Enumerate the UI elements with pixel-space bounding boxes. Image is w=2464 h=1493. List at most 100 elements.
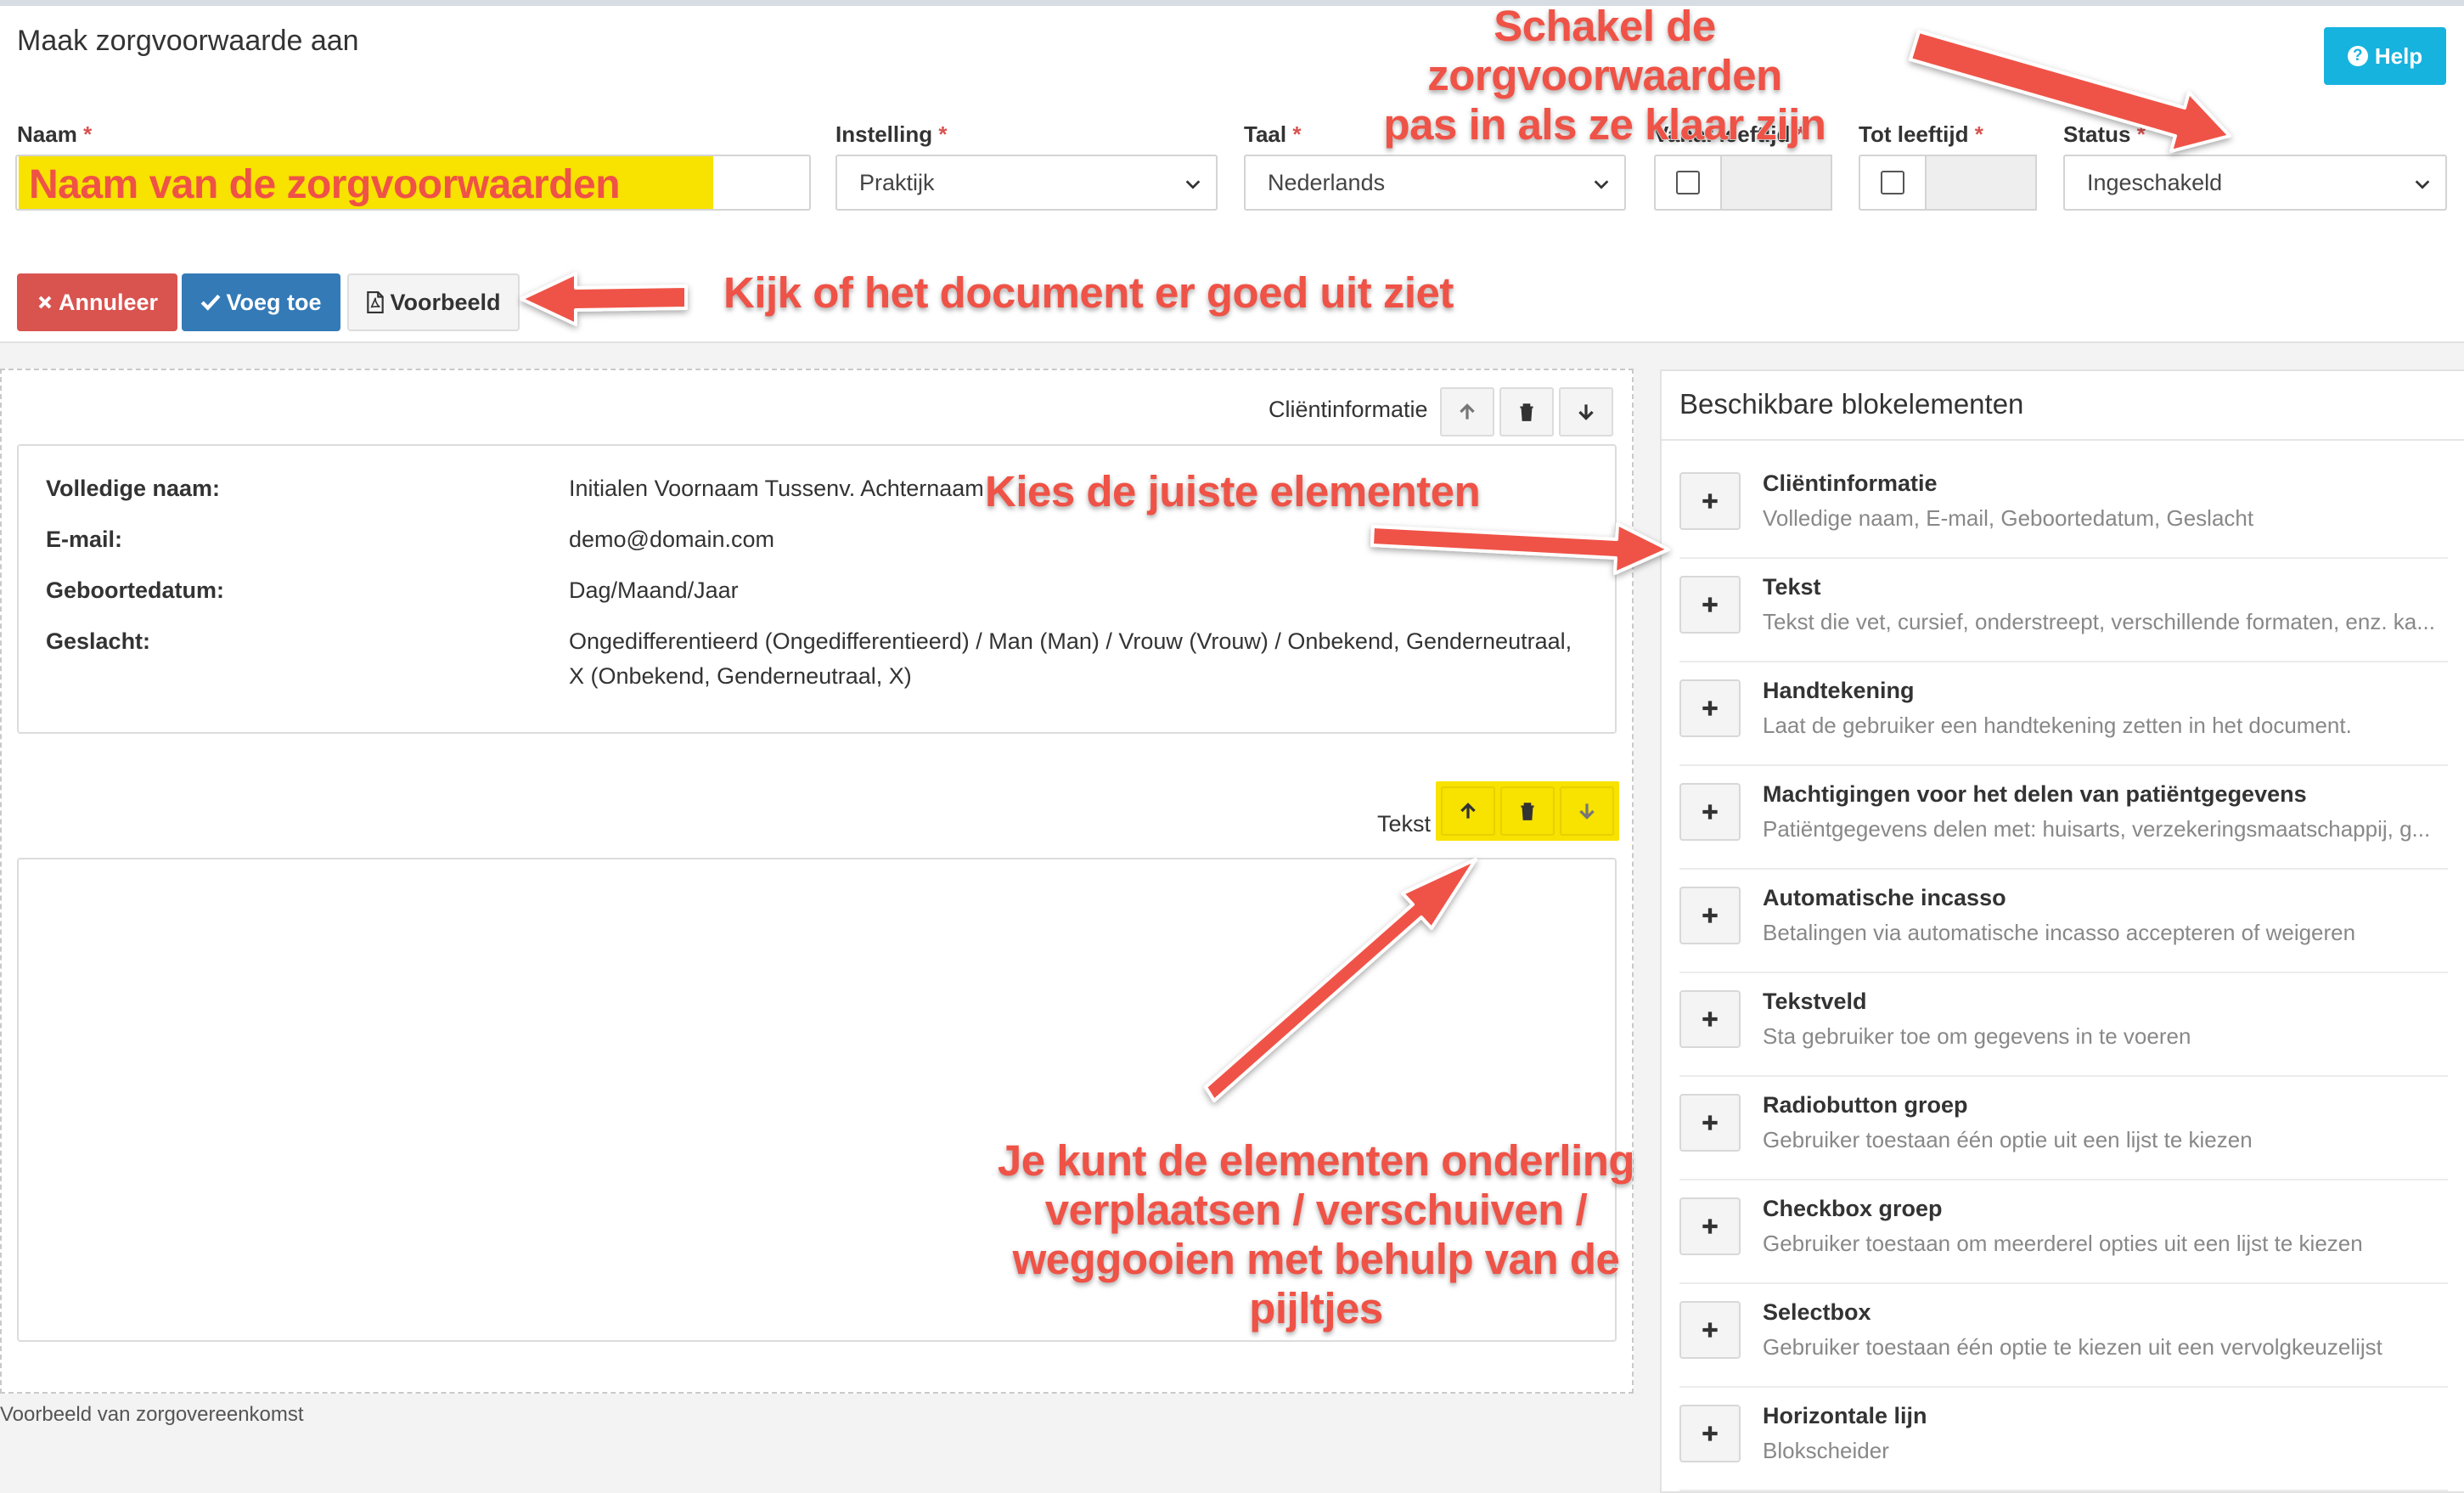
- naam-input[interactable]: Naam van de zorgvoorwaarden: [15, 155, 811, 211]
- block-title: Handtekening: [1763, 678, 1915, 703]
- field-label: Geboortedatum:: [46, 577, 225, 603]
- tot-leeftijd-input[interactable]: [1927, 155, 2037, 211]
- block-title: Checkbox groep: [1763, 1196, 1943, 1221]
- checkbox-icon: [1881, 171, 1904, 194]
- text-block-label: Tekst: [1377, 811, 1432, 837]
- block-element-item: Automatische incasso Betalingen via autom…: [1679, 868, 2448, 973]
- plus-icon: [1702, 804, 1718, 820]
- footer-note: Voorbeeld van zorgovereenkomst: [0, 1403, 304, 1426]
- plus-icon: [1702, 1011, 1718, 1027]
- block-element-item: Checkbox groep Gebruiker toestaan om meer…: [1679, 1179, 2448, 1284]
- plus-icon: [1702, 908, 1718, 923]
- add-button[interactable]: Voeg toe: [182, 273, 340, 331]
- chevron-down-icon: [1185, 180, 1201, 189]
- checkbox-icon: [1676, 171, 1700, 194]
- add-label: Voeg toe: [226, 289, 322, 315]
- block-elements-panel: Beschikbare blokelementen Cliëntinformat…: [1660, 369, 2464, 1493]
- status-value: Ingeschakeld: [2087, 169, 2223, 195]
- field-value: demo@domain.com: [569, 527, 775, 552]
- divider: [1662, 439, 2464, 441]
- block-description: Laat de gebruiker een handtekening zette…: [1763, 713, 2352, 738]
- block-description: Tekst die vet, cursief, onderstreept, ve…: [1763, 609, 2435, 634]
- move-up-button[interactable]: [1441, 786, 1495, 836]
- help-button[interactable]: ? Help: [2324, 27, 2446, 85]
- block-description: Gebruiker toestaan één optie uit een lij…: [1763, 1127, 2253, 1152]
- move-down-button[interactable]: [1560, 786, 1614, 836]
- plus-icon: [1702, 597, 1718, 612]
- taal-value: Nederlands: [1268, 169, 1386, 195]
- arrow-down-icon: [1578, 404, 1594, 420]
- field-label: Geslacht:: [46, 628, 151, 654]
- field-value: Ongedifferentieerd (Ongedifferentieerd) …: [569, 628, 1572, 689]
- client-block-label: Cliëntinformatie: [1269, 397, 1428, 422]
- chevron-down-icon: [1594, 180, 1609, 189]
- block-description: Patiëntgegevens delen met: huisarts, ver…: [1763, 816, 2431, 842]
- check-icon: [201, 294, 221, 311]
- top-border: [0, 0, 2464, 6]
- add-block-button[interactable]: [1679, 990, 1741, 1048]
- cancel-button[interactable]: Annuleer: [17, 273, 177, 331]
- add-block-button[interactable]: [1679, 783, 1741, 841]
- preview-button[interactable]: Voorbeeld: [347, 273, 520, 331]
- naam-value: Naam van de zorgvoorwaarden: [29, 162, 621, 207]
- trash-icon: [1521, 803, 1534, 820]
- trash-icon: [1520, 403, 1533, 421]
- block-element-item: Tekst Tekst die vet, cursief, onderstreep…: [1679, 557, 2448, 662]
- add-block-button[interactable]: [1679, 887, 1741, 944]
- field-label: Volledige naam:: [46, 476, 221, 501]
- arrow-down-icon: [1579, 803, 1595, 820]
- block-element-item: Selectbox Gebruiker toestaan één optie te…: [1679, 1282, 2448, 1388]
- instelling-label: Instelling *: [835, 121, 948, 147]
- block-element-item: Cliëntinformatie Volledige naam, E-mail, …: [1679, 454, 2448, 559]
- block-element-item: Horizontale lijn Blokscheider: [1679, 1386, 2448, 1491]
- block-title: Cliëntinformatie: [1763, 470, 1938, 496]
- client-block-controls: [1440, 387, 1613, 437]
- block-element-item: Machtigingen voor het delen van patiëntg…: [1679, 764, 2448, 870]
- block-description: Gebruiker toestaan om meerderel opties u…: [1763, 1231, 2363, 1256]
- plus-icon: [1702, 1115, 1718, 1130]
- help-label: Help: [2374, 42, 2423, 69]
- move-down-button[interactable]: [1559, 387, 1613, 437]
- delete-button[interactable]: [1500, 786, 1555, 836]
- add-block-button[interactable]: [1679, 472, 1741, 530]
- text-block-controls: [1436, 781, 1619, 841]
- taal-select[interactable]: Nederlands: [1244, 155, 1626, 211]
- block-description: Sta gebruiker toe om gegevens in te voer…: [1763, 1023, 2191, 1049]
- preview-label: Voorbeeld: [390, 289, 501, 315]
- block-element-item: Tekstveld Sta gebruiker toe om gegevens i…: [1679, 972, 2448, 1077]
- annotation-elements: Kies de juiste elementen: [984, 466, 1482, 516]
- question-icon: ?: [2347, 46, 2368, 66]
- taal-label: Taal *: [1244, 121, 1302, 147]
- plus-icon: [1702, 701, 1718, 716]
- page-title: Maak zorgvoorwaarde aan: [17, 25, 359, 57]
- panel-title: Beschikbare blokelementen: [1679, 388, 2024, 420]
- add-block-button[interactable]: [1679, 1094, 1741, 1152]
- move-up-button[interactable]: [1440, 387, 1494, 437]
- delete-button[interactable]: [1499, 387, 1554, 437]
- vanaf-leeftijd-checkbox[interactable]: [1654, 155, 1722, 211]
- cancel-label: Annuleer: [58, 289, 159, 315]
- tot-leeftijd-checkbox[interactable]: [1859, 155, 1927, 211]
- add-block-button[interactable]: [1679, 1197, 1741, 1255]
- field-value: Dag/Maand/Jaar: [569, 577, 739, 603]
- instelling-select[interactable]: Praktijk: [835, 155, 1218, 211]
- arrow-up-icon: [1460, 803, 1476, 819]
- add-block-button[interactable]: [1679, 679, 1741, 737]
- block-element-item: Radiobutton groep Gebruiker toestaan één …: [1679, 1075, 2448, 1180]
- add-block-button[interactable]: [1679, 576, 1741, 634]
- status-label: Status *: [2063, 121, 2146, 147]
- block-title: Tekstveld: [1763, 989, 1867, 1014]
- plus-icon: [1702, 1426, 1718, 1441]
- pdf-file-icon: [367, 291, 385, 313]
- naam-label: Naam *: [17, 121, 93, 147]
- status-select[interactable]: Ingeschakeld: [2063, 155, 2447, 211]
- block-element-item: Handtekening Laat de gebruiker een handte…: [1679, 661, 2448, 766]
- add-block-button[interactable]: [1679, 1301, 1741, 1359]
- close-icon: [38, 296, 52, 309]
- instelling-value: Praktijk: [859, 169, 935, 195]
- tot-leeftijd-group: [1859, 155, 2037, 211]
- vanaf-leeftijd-input[interactable]: [1722, 155, 1832, 211]
- vanaf-leeftijd-group: [1654, 155, 1832, 211]
- chevron-down-icon: [2415, 180, 2430, 189]
- add-block-button[interactable]: [1679, 1405, 1741, 1462]
